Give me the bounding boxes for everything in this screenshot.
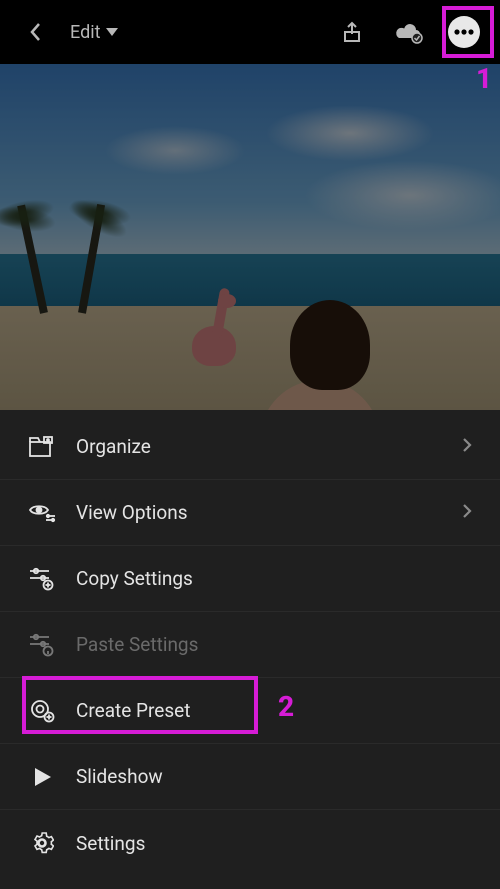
- menu-item-settings[interactable]: Settings: [0, 810, 500, 876]
- menu-item-label: Create Preset: [76, 699, 190, 722]
- mode-title: Edit: [70, 22, 100, 43]
- share-icon: [340, 20, 364, 44]
- gear-icon: [28, 829, 56, 857]
- photo-preview: [0, 64, 500, 410]
- preset-plus-icon: [28, 697, 56, 725]
- sliders-plus-icon: [28, 565, 56, 593]
- menu-item-slideshow[interactable]: Slideshow: [0, 744, 500, 810]
- menu-item-label: Slideshow: [76, 765, 163, 788]
- menu-item-view-options[interactable]: View Options: [0, 480, 500, 546]
- sliders-info-icon: [28, 631, 56, 659]
- chevron-left-icon: [28, 20, 44, 44]
- cloud-check-icon: [393, 20, 423, 44]
- photo-dim-overlay: [0, 64, 500, 410]
- organize-icon: [28, 433, 56, 461]
- menu-item-label: Copy Settings: [76, 567, 193, 590]
- share-button[interactable]: [330, 10, 374, 54]
- cloud-sync-button[interactable]: [386, 10, 430, 54]
- back-button[interactable]: [14, 10, 58, 54]
- menu-item-organize[interactable]: Organize: [0, 414, 500, 480]
- menu-item-label: Paste Settings: [76, 633, 198, 656]
- menu-item-label: Settings: [76, 832, 145, 855]
- annotation-label-1: 1: [476, 62, 492, 95]
- chevron-right-icon: [462, 501, 472, 524]
- play-icon: [28, 763, 56, 791]
- options-menu: Organize View Options Copy Settings Past…: [0, 410, 500, 889]
- menu-item-create-preset[interactable]: Create Preset: [0, 678, 500, 744]
- more-horizontal-icon: [447, 15, 481, 49]
- eye-settings-icon: [28, 499, 56, 527]
- menu-item-label: Organize: [76, 435, 151, 458]
- menu-item-paste-settings: Paste Settings: [0, 612, 500, 678]
- menu-item-copy-settings[interactable]: Copy Settings: [0, 546, 500, 612]
- caret-down-icon: [106, 28, 118, 36]
- menu-item-label: View Options: [76, 501, 188, 524]
- mode-dropdown[interactable]: Edit: [70, 22, 118, 43]
- more-options-button[interactable]: [442, 10, 486, 54]
- chevron-right-icon: [462, 435, 472, 458]
- top-bar: Edit: [0, 0, 500, 64]
- annotation-label-2: 2: [278, 690, 294, 723]
